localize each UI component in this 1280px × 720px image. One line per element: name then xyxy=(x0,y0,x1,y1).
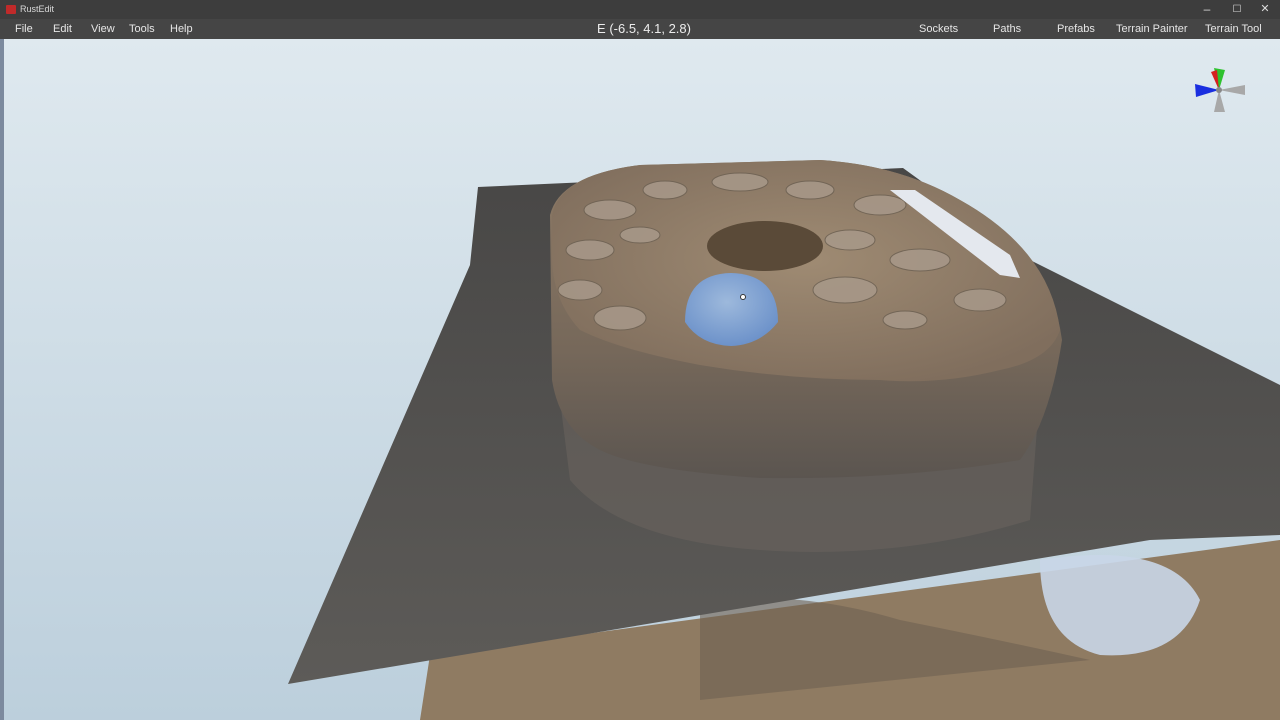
window-title: RustEdit xyxy=(20,4,55,14)
soil-patch xyxy=(707,221,823,271)
menu-paths[interactable]: Paths xyxy=(993,19,1021,39)
pivot-marker[interactable] xyxy=(740,294,746,300)
menu-help[interactable]: Help xyxy=(170,19,193,39)
maximize-button[interactable]: ☐ xyxy=(1222,0,1252,19)
left-edge-strip xyxy=(0,39,4,720)
menu-tools[interactable]: Tools xyxy=(129,19,155,39)
menu-terrain-painter[interactable]: Terrain Painter xyxy=(1116,19,1188,39)
title-bar: RustEdit – ☐ ✕ xyxy=(0,0,1280,19)
menu-edit[interactable]: Edit xyxy=(53,19,72,39)
menu-sockets[interactable]: Sockets xyxy=(919,19,958,39)
selection-sphere[interactable] xyxy=(685,273,778,346)
minimize-button[interactable]: – xyxy=(1192,0,1222,19)
menu-terrain-tool[interactable]: Terrain Tool xyxy=(1205,19,1262,39)
close-button[interactable]: ✕ xyxy=(1250,0,1280,19)
cursor-coordinates: E (-6.5, 4.1, 2.8) xyxy=(597,21,691,36)
scene-render[interactable] xyxy=(0,39,1280,720)
scene-viewport[interactable] xyxy=(0,39,1280,720)
menu-view[interactable]: View xyxy=(91,19,115,39)
app-icon xyxy=(6,5,16,14)
menu-file[interactable]: File xyxy=(15,19,33,39)
menu-bar: File Edit View Tools Help E (-6.5, 4.1, … xyxy=(0,19,1280,39)
gizmo-center-icon[interactable] xyxy=(1216,87,1222,93)
menu-prefabs[interactable]: Prefabs xyxy=(1057,19,1095,39)
